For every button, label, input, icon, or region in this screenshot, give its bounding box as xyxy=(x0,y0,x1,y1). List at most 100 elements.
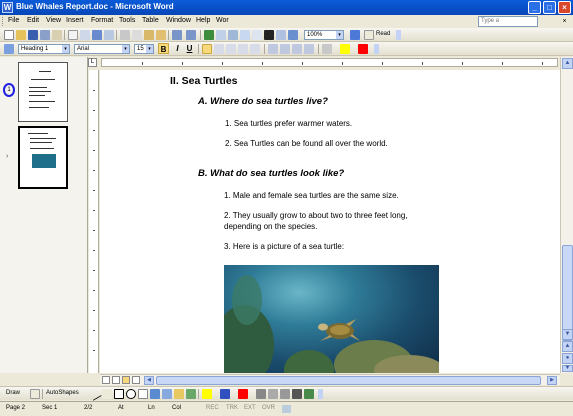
italic-button[interactable]: I xyxy=(172,43,183,54)
menu-file[interactable]: File xyxy=(8,17,19,24)
line-color-icon[interactable] xyxy=(220,389,230,399)
menu-help[interactable]: Help xyxy=(196,17,210,24)
permission-icon[interactable] xyxy=(40,30,50,40)
print-layout-view-icon[interactable] xyxy=(122,376,130,384)
new-document-icon[interactable] xyxy=(4,30,14,40)
undo-icon[interactable] xyxy=(172,30,182,40)
open-folder-icon[interactable] xyxy=(16,30,26,40)
styles-icon[interactable] xyxy=(4,44,14,54)
page-2-thumbnail[interactable] xyxy=(18,126,68,189)
align-center-icon[interactable] xyxy=(214,44,224,54)
line-style-icon[interactable] xyxy=(256,389,266,399)
style-select[interactable]: Heading 1 ▾ xyxy=(18,44,70,54)
toolbar-options-icon[interactable] xyxy=(396,30,401,40)
numbering-icon[interactable] xyxy=(268,44,278,54)
insert-table-icon[interactable] xyxy=(228,30,238,40)
copy-icon[interactable] xyxy=(132,30,142,40)
arrow-style-icon[interactable] xyxy=(280,389,290,399)
autoshapes-menu[interactable]: AutoShapes xyxy=(46,390,79,396)
menu-tools[interactable]: Tools xyxy=(119,17,135,24)
vertical-scroll-thumb[interactable] xyxy=(562,245,573,341)
menu-wor[interactable]: Wor xyxy=(216,17,229,24)
insert-picture-icon[interactable] xyxy=(186,389,196,399)
print-preview-icon[interactable] xyxy=(80,30,90,40)
bullets-icon[interactable] xyxy=(280,44,290,54)
arrow-icon[interactable] xyxy=(102,389,112,399)
font-select[interactable]: Arial ▾ xyxy=(74,44,130,54)
align-left-icon[interactable] xyxy=(202,44,212,54)
tables-borders-icon[interactable] xyxy=(216,30,226,40)
scroll-left-button[interactable]: ◀ xyxy=(144,376,154,385)
bold-button[interactable]: B xyxy=(158,43,169,54)
font-size-select[interactable]: 15 ▾ xyxy=(134,44,154,54)
sea-turtle-photo[interactable] xyxy=(224,265,439,373)
status-ext[interactable]: EXT xyxy=(244,405,256,411)
oval-icon[interactable] xyxy=(126,389,136,399)
draw-menu[interactable]: Draw xyxy=(6,390,20,396)
paste-icon[interactable] xyxy=(144,30,154,40)
hyperlink-icon[interactable] xyxy=(204,30,214,40)
zoom-select[interactable]: 100% ▾ xyxy=(304,30,344,40)
drawing-options-icon[interactable] xyxy=(318,389,323,399)
menu-edit[interactable]: Edit xyxy=(27,17,39,24)
menu-insert[interactable]: Insert xyxy=(66,17,84,24)
spelling-status-icon[interactable] xyxy=(282,405,291,413)
menu-format[interactable]: Format xyxy=(91,17,113,24)
diagram-icon[interactable] xyxy=(162,389,172,399)
normal-view-icon[interactable] xyxy=(102,376,110,384)
word-app-icon[interactable]: W xyxy=(2,2,13,13)
redo-icon[interactable] xyxy=(186,30,196,40)
spelling-icon[interactable] xyxy=(92,30,102,40)
fill-color-icon[interactable] xyxy=(202,389,212,399)
scroll-right-button[interactable]: ▶ xyxy=(547,376,557,385)
rectangle-icon[interactable] xyxy=(114,389,124,399)
line-icon[interactable] xyxy=(88,387,102,401)
font-color-icon[interactable] xyxy=(358,44,368,54)
drawing-icon[interactable] xyxy=(264,30,274,40)
status-rec[interactable]: REC xyxy=(206,405,219,411)
minimize-button[interactable]: _ xyxy=(528,1,541,14)
clip-art-icon[interactable] xyxy=(174,389,184,399)
highlight-icon[interactable] xyxy=(340,44,350,54)
3d-style-icon[interactable] xyxy=(304,389,314,399)
menu-view[interactable]: View xyxy=(46,17,61,24)
print-icon[interactable] xyxy=(68,30,78,40)
cut-icon[interactable] xyxy=(120,30,130,40)
web-layout-view-icon[interactable] xyxy=(112,376,120,384)
document-map-icon[interactable] xyxy=(276,30,286,40)
font-color-draw-icon[interactable] xyxy=(238,389,248,399)
increase-indent-icon[interactable] xyxy=(304,44,314,54)
save-icon[interactable] xyxy=(28,30,38,40)
read-icon[interactable] xyxy=(364,30,374,40)
maximize-button[interactable]: □ xyxy=(543,1,556,14)
scroll-down-button[interactable]: ▼ xyxy=(562,329,573,340)
underline-button[interactable]: U xyxy=(184,43,195,54)
page-1-thumbnail[interactable] xyxy=(18,62,68,122)
horizontal-scroll-thumb[interactable] xyxy=(156,376,541,385)
dash-style-icon[interactable] xyxy=(268,389,278,399)
thumbnail-expand-icon[interactable]: › xyxy=(6,153,8,160)
show-hide-icon[interactable] xyxy=(288,30,298,40)
horizontal-ruler[interactable] xyxy=(101,58,558,67)
status-ovr[interactable]: OVR xyxy=(262,405,275,411)
scroll-up-button[interactable]: ▲ xyxy=(562,58,573,69)
ask-question-input[interactable]: Type a xyxy=(478,16,538,27)
next-page-button[interactable]: ▼ xyxy=(562,365,573,372)
menu-table[interactable]: Table xyxy=(142,17,159,24)
format-painter-icon[interactable] xyxy=(156,30,166,40)
status-trk[interactable]: TRK xyxy=(226,405,238,411)
formatting-options-icon[interactable] xyxy=(374,44,379,54)
borders-icon[interactable] xyxy=(322,44,332,54)
document-close-icon[interactable]: × xyxy=(560,17,569,26)
horizontal-scrollbar[interactable]: ◀ ▶ xyxy=(100,374,560,385)
line-spacing-icon[interactable] xyxy=(250,44,260,54)
shadow-style-icon[interactable] xyxy=(292,389,302,399)
outline-view-icon[interactable] xyxy=(132,376,140,384)
help-icon[interactable] xyxy=(350,30,360,40)
wordart-icon[interactable] xyxy=(150,389,160,399)
tab-selector[interactable]: L xyxy=(88,58,97,67)
justify-icon[interactable] xyxy=(238,44,248,54)
email-icon[interactable] xyxy=(52,30,62,40)
select-objects-icon[interactable] xyxy=(30,389,40,399)
document-canvas[interactable]: II. Sea Turtles A. Where do sea turtles … xyxy=(100,70,560,373)
